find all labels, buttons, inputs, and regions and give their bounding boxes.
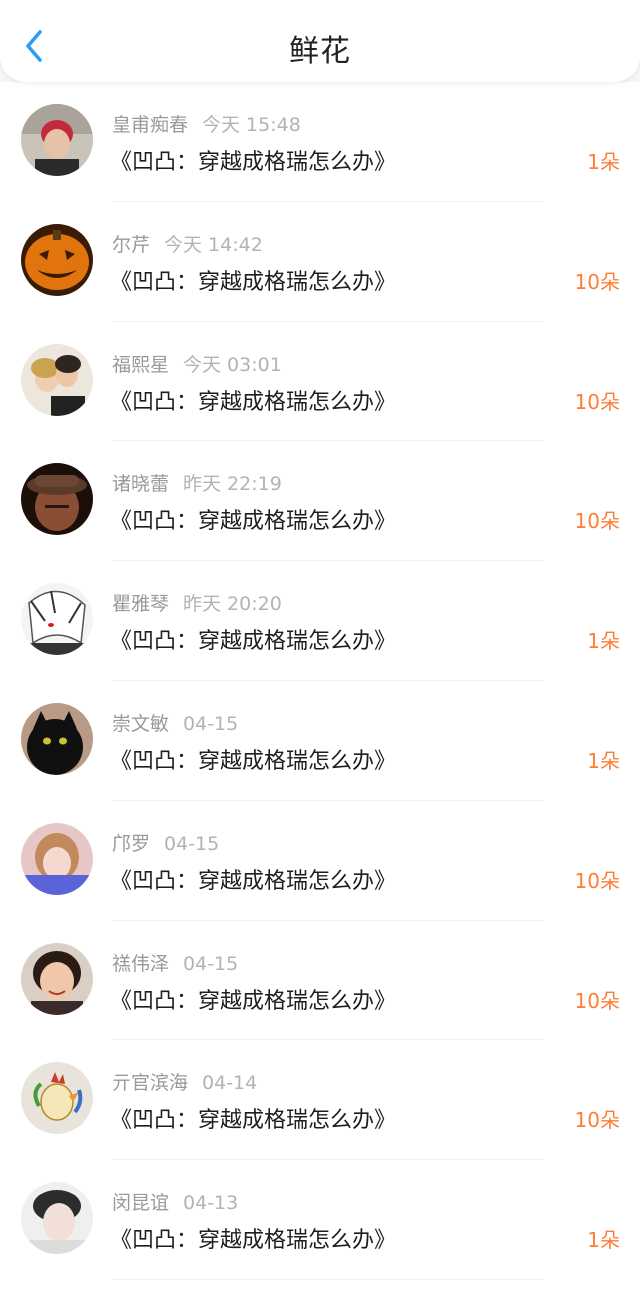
row-meta: 亓官滨海 04-14 <box>112 1068 257 1095</box>
avatar[interactable] <box>21 583 93 656</box>
timestamp: 04-14 <box>202 1072 258 1095</box>
user-name: 邝罗 <box>112 832 151 855</box>
flower-count: 10朵 <box>574 269 620 294</box>
timestamp: 昨天 22:19 <box>183 473 282 496</box>
row-meta: 禚伟泽 04-15 <box>112 949 238 976</box>
user-name: 尔芹 <box>112 233 151 256</box>
timestamp: 04-15 <box>183 952 239 975</box>
flower-count: 1朵 <box>587 748 620 773</box>
list-item[interactable]: 瞿雅琴 昨天 20:20 《凹凸：穿越成格瑞怎么办》 1朵 <box>0 561 640 681</box>
list-item[interactable]: 禚伟泽 04-15 《凹凸：穿越成格瑞怎么办》 10朵 <box>0 921 640 1041</box>
timestamp: 04-15 <box>164 832 220 855</box>
user-name: 闵昆谊 <box>112 1192 170 1215</box>
timestamp: 昨天 20:20 <box>183 593 282 616</box>
page-title: 鲜花 <box>289 34 351 69</box>
book-title: 《凹凸：穿越成格瑞怎么办》 <box>110 988 397 1014</box>
flower-count: 10朵 <box>574 389 620 414</box>
row-meta: 邝罗 04-15 <box>112 829 219 856</box>
timestamp: 04-13 <box>183 1192 239 1215</box>
row-meta: 皇甫痴春 今天 15:48 <box>112 110 301 137</box>
user-name: 崇文敏 <box>112 712 170 735</box>
list-item[interactable]: 诸晓蕾 昨天 22:19 《凹凸：穿越成格瑞怎么办》 10朵 <box>0 441 640 562</box>
user-name: 瞿雅琴 <box>112 593 170 616</box>
book-title: 《凹凸：穿越成格瑞怎么办》 <box>110 1228 397 1254</box>
divider <box>112 1278 544 1280</box>
list-item[interactable]: 皇甫痴春 今天 15:48 《凹凸：穿越成格瑞怎么办》 1朵 <box>0 82 640 202</box>
timestamp: 今天 15:48 <box>202 114 301 136</box>
book-title: 《凹凸：穿越成格瑞怎么办》 <box>110 629 397 655</box>
row-meta: 尔芹 今天 14:42 <box>112 230 263 257</box>
user-name: 禚伟泽 <box>112 952 170 975</box>
user-name: 皇甫痴春 <box>112 114 189 136</box>
list-item[interactable]: 崇文敏 04-15 《凹凸：穿越成格瑞怎么办》 1朵 <box>0 681 640 801</box>
book-title: 《凹凸：穿越成格瑞怎么办》 <box>110 269 397 295</box>
avatar[interactable] <box>21 1182 93 1255</box>
list-item[interactable]: 福熙星 今天 03:01 《凹凸：穿越成格瑞怎么办》 10朵 <box>0 322 640 442</box>
book-title: 《凹凸：穿越成格瑞怎么办》 <box>110 748 397 774</box>
top-bar: 鲜花 <box>0 0 640 82</box>
timestamp: 今天 14:42 <box>164 233 263 256</box>
list-item[interactable]: 邝罗 04-15 《凹凸：穿越成格瑞怎么办》 10朵 <box>0 801 640 921</box>
flower-count: 1朵 <box>587 629 620 654</box>
avatar[interactable] <box>21 822 93 895</box>
avatar[interactable] <box>21 104 93 176</box>
avatar[interactable] <box>21 1062 93 1135</box>
avatar[interactable] <box>21 463 93 536</box>
row-meta: 闵昆谊 04-13 <box>112 1188 238 1215</box>
flower-count: 10朵 <box>574 868 620 893</box>
user-name: 福熙星 <box>112 353 170 376</box>
row-meta: 福熙星 今天 03:01 <box>112 350 282 377</box>
book-title: 《凹凸：穿越成格瑞怎么办》 <box>110 868 397 894</box>
flower-count: 10朵 <box>574 1108 620 1133</box>
row-meta: 瞿雅琴 昨天 20:20 <box>112 589 282 616</box>
book-title: 《凹凸：穿越成格瑞怎么办》 <box>110 150 397 175</box>
avatar[interactable] <box>21 942 93 1015</box>
user-name: 诸晓蕾 <box>112 473 170 496</box>
list-item[interactable]: 亓官滨海 04-14 《凹凸：穿越成格瑞怎么办》 10朵 <box>0 1040 640 1161</box>
row-meta: 崇文敏 04-15 <box>112 709 238 736</box>
book-title: 《凹凸：穿越成格瑞怎么办》 <box>110 1108 397 1134</box>
timestamp: 今天 03:01 <box>183 353 282 376</box>
list-item[interactable]: 闵昆谊 04-13 《凹凸：穿越成格瑞怎么办》 1朵 <box>0 1160 640 1280</box>
flower-count: 1朵 <box>587 1228 620 1253</box>
timestamp: 04-15 <box>183 712 239 735</box>
list-item[interactable]: 尔芹 今天 14:42 《凹凸：穿越成格瑞怎么办》 10朵 <box>0 202 640 322</box>
flower-count: 10朵 <box>574 509 620 534</box>
flower-count: 1朵 <box>587 150 620 174</box>
avatar[interactable] <box>21 343 93 416</box>
book-title: 《凹凸：穿越成格瑞怎么办》 <box>110 389 397 415</box>
user-name: 亓官滨海 <box>112 1072 189 1095</box>
avatar[interactable] <box>21 702 93 775</box>
row-meta: 诸晓蕾 昨天 22:19 <box>112 469 282 496</box>
book-title: 《凹凸：穿越成格瑞怎么办》 <box>110 509 397 535</box>
flower-count: 10朵 <box>574 988 620 1013</box>
flower-list: 皇甫痴春 今天 15:48 《凹凸：穿越成格瑞怎么办》 1朵 尔芹 今天 14:42… <box>0 82 640 1289</box>
avatar[interactable] <box>21 223 93 296</box>
